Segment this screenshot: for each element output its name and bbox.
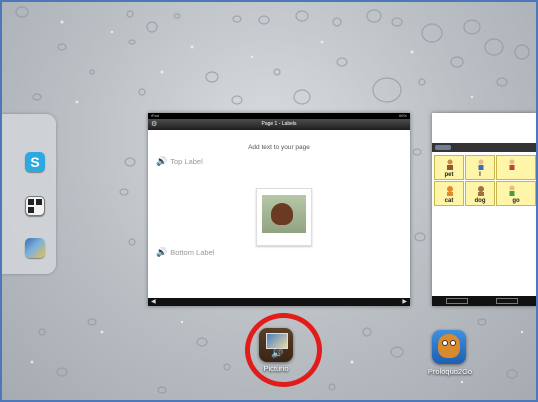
person-symbol-icon: [478, 159, 484, 170]
right-card-nav-bar: [432, 143, 536, 152]
symbol-cell[interactable]: I: [465, 155, 495, 180]
highlight-ring: [245, 313, 322, 387]
speaker-icon[interactable]: 🔊: [156, 156, 167, 167]
right-card-toolbar: [432, 296, 536, 306]
symbol-cell[interactable]: cat: [434, 181, 464, 206]
bottom-label-field[interactable]: 🔊 Bottom Label: [156, 247, 214, 258]
keyboard-icon[interactable]: [496, 298, 518, 304]
symbol-cell[interactable]: dog: [465, 181, 495, 206]
person-symbol-icon: [509, 159, 515, 170]
dog-figure: [271, 203, 293, 225]
symbol-word: dog: [474, 198, 486, 204]
page-title: Page 1 - Labels: [261, 121, 297, 127]
settings-icon[interactable]: ⚙: [151, 119, 157, 130]
bottom-toolbar: ◀ ▶: [148, 298, 410, 306]
picturio-app-card[interactable]: iPad 66% ⚙ Page 1 - Labels Add text to y…: [148, 113, 410, 306]
owl-icon: [438, 334, 460, 358]
dog-photo[interactable]: [256, 188, 312, 246]
proloquo2go-app-card[interactable]: pet I cat dog go: [432, 113, 536, 306]
photo-app-icon[interactable]: [25, 238, 45, 258]
toolbar-button[interactable]: [446, 298, 468, 304]
nav-bar: ⚙ Page 1 - Labels: [148, 119, 410, 130]
symbol-cell[interactable]: pet: [434, 155, 464, 180]
speaker-icon[interactable]: 🔊: [156, 247, 167, 258]
owl-eye: [442, 340, 448, 346]
symbol-word: I: [479, 172, 481, 178]
next-arrow-icon[interactable]: ▶: [402, 298, 407, 306]
skype-icon[interactable]: S: [25, 152, 45, 172]
proloquo2go-label: Proloquo2Go: [427, 367, 473, 376]
symbol-word: go: [512, 198, 520, 204]
dog-symbol-icon: [478, 186, 484, 196]
symbol-cell[interactable]: go: [496, 181, 536, 206]
top-label-text: Top Label: [170, 157, 203, 166]
proloquo2go-app-icon[interactable]: [432, 330, 466, 364]
cat-symbol-icon: [447, 186, 453, 196]
owl-eye: [450, 340, 456, 346]
symbol-word: pet: [444, 172, 454, 178]
top-label-field[interactable]: 🔊 Top Label: [156, 156, 203, 167]
add-text-hint: Add text to your page: [248, 144, 310, 151]
back-button[interactable]: [435, 145, 451, 150]
qr-reader-icon[interactable]: [25, 196, 45, 216]
previous-arrow-icon[interactable]: ◀: [151, 298, 156, 306]
symbol-cell[interactable]: [496, 155, 536, 180]
bottom-label-text: Bottom Label: [170, 248, 215, 257]
symbol-word: cat: [444, 198, 454, 204]
pet-symbol-icon: [447, 159, 453, 170]
ipad-multitasking-screen: S iPad 66% ⚙ Page 1 - Labels Add text to…: [0, 0, 538, 402]
go-symbol-icon: [509, 185, 515, 196]
